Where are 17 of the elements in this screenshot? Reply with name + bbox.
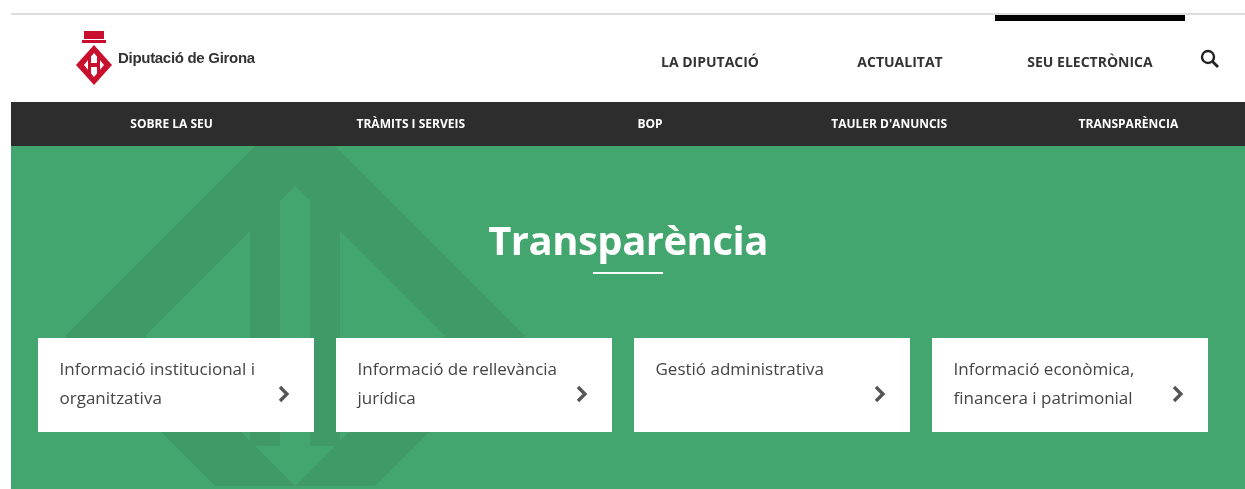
- category-card[interactable]: Informació de rellevància jurídica: [335, 338, 612, 432]
- secondary-nav-link[interactable]: SOBRE LA SEU: [52, 102, 292, 146]
- category-card[interactable]: Informació econòmica, financera i patrimonial: [931, 338, 1208, 432]
- category-card[interactable]: Gestió administrativa: [633, 338, 910, 432]
- chevron-right-icon: [873, 385, 886, 403]
- secondary-nav-link[interactable]: TRÀMITS I SERVEIS: [291, 102, 531, 146]
- chevron-right-icon: [1171, 385, 1184, 403]
- chevron-right-icon: [277, 385, 290, 403]
- logo-text[interactable]: Diputació de Girona: [118, 47, 255, 70]
- category-card[interactable]: Informació institucional i organitzativa: [37, 338, 314, 432]
- secondary-nav-link[interactable]: BOP: [530, 102, 770, 146]
- chevron-right-icon: [575, 385, 588, 403]
- main-nav-link[interactable]: LA DIPUTACIÓ: [615, 15, 805, 102]
- secondary-nav-link[interactable]: TAULER D'ANUNCIS: [769, 102, 1009, 146]
- page-title: Transparència: [488, 214, 768, 266]
- main-nav-link[interactable]: ACTUALITAT: [805, 15, 995, 102]
- secondary-nav-link[interactable]: TRANSPARÈNCIA: [1008, 102, 1245, 146]
